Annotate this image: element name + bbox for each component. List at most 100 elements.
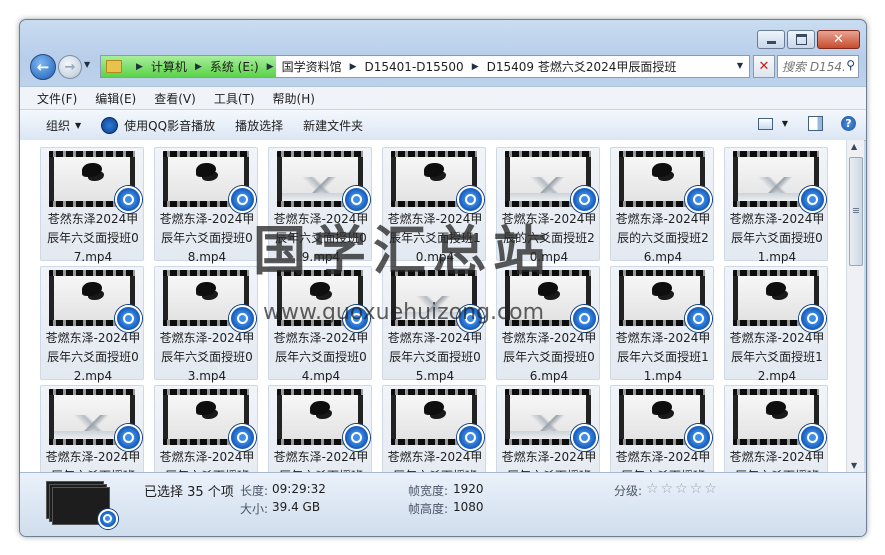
star-icon[interactable]: ☆ — [646, 482, 659, 496]
breadcrumb-separator-icon[interactable]: ▶ — [350, 62, 357, 72]
file-tile[interactable]: 苍燃东泽-2024甲辰年六爻面授班 — [724, 385, 828, 472]
file-tile[interactable]: 苍燃东泽-2024甲辰年六爻面授班10.mp4 — [382, 147, 486, 264]
vertical-scrollbar[interactable]: ▲ ▼ — [846, 140, 864, 472]
qq-player-icon — [101, 116, 119, 134]
breadcrumb-separator-icon[interactable]: ▶ — [472, 62, 479, 72]
maximize-icon — [795, 34, 807, 45]
maximize-button[interactable] — [787, 30, 815, 49]
file-tile[interactable]: 苍燃东泽-2024甲辰年六爻面授班 — [496, 385, 600, 472]
history-dropdown-icon[interactable]: ▼ — [84, 60, 90, 69]
scrollbar-thumb[interactable] — [849, 157, 863, 266]
frame-height-label: 帧高度: — [407, 502, 448, 516]
breadcrumb-separator-icon[interactable]: ▶ — [267, 62, 274, 72]
qq-player-badge-icon — [229, 305, 256, 332]
star-icon[interactable]: ☆ — [690, 482, 703, 496]
file-tile[interactable]: 苍燃东泽-2024甲辰年六爻面授班06.mp4 — [496, 266, 600, 383]
help-icon[interactable]: ? — [841, 116, 856, 131]
new-folder-button[interactable]: 新建文件夹 — [293, 117, 373, 134]
file-view[interactable]: 苍然东泽2024甲辰年六爻面授班07.mp4 苍燃东泽-2024甲辰年六爻面授班0… — [20, 140, 846, 472]
qq-player-badge-icon — [98, 509, 118, 529]
file-tile[interactable]: 苍燃东泽-2024甲辰年六爻面授班12.mp4 — [724, 266, 828, 383]
scroll-up-icon[interactable]: ▲ — [851, 142, 857, 151]
star-icon[interactable]: ☆ — [661, 482, 674, 496]
size-label: 大小: — [239, 502, 268, 516]
minimize-button[interactable] — [757, 30, 785, 49]
new-folder-label: 新建文件夹 — [303, 118, 364, 133]
file-tile[interactable]: 苍燃东泽-2024甲辰年六爻面授班04.mp4 — [268, 266, 372, 383]
star-icon[interactable]: ☆ — [675, 482, 688, 496]
star-icon[interactable]: ☆ — [704, 482, 717, 496]
play-with-qq-button[interactable]: 使用QQ影音播放 — [91, 116, 225, 134]
back-button[interactable]: ← — [30, 54, 56, 80]
file-name: 苍燃东泽-2024甲辰年六爻面授班 — [501, 450, 597, 472]
search-box[interactable]: ⚲ — [777, 55, 859, 78]
file-name: 苍燃东泽-2024甲辰年六爻面授班 — [45, 450, 141, 472]
rating-stars[interactable]: ☆ ☆ ☆ ☆ ☆ — [646, 482, 719, 496]
menu-help[interactable]: 帮助(H) — [264, 90, 324, 107]
qq-player-badge-icon — [799, 305, 826, 332]
qq-player-badge-icon — [115, 424, 142, 451]
thumbnail-scene — [82, 282, 102, 296]
file-grid: 苍然东泽2024甲辰年六爻面授班07.mp4 苍燃东泽-2024甲辰年六爻面授班0… — [40, 147, 828, 472]
forward-button[interactable]: → — [58, 55, 82, 79]
search-input[interactable] — [778, 58, 846, 75]
file-tile[interactable]: 苍燃东泽-2024甲辰年六爻面授班11.mp4 — [610, 266, 714, 383]
file-tile[interactable]: 苍燃东泽-2024甲辰年六爻面授班 — [268, 385, 372, 472]
menu-tools[interactable]: 工具(T) — [205, 90, 264, 107]
search-icon[interactable]: ⚲ — [846, 58, 855, 72]
file-name: 苍燃东泽-2024甲辰年六爻面授班 — [615, 450, 711, 472]
scroll-down-icon[interactable]: ▼ — [851, 461, 857, 470]
file-tile[interactable]: 苍燃东泽-2024甲辰年六爻面授班 — [382, 385, 486, 472]
thumbnail-scene — [54, 415, 130, 439]
thumbnail-scene — [766, 401, 786, 415]
rating-label: 分级: — [613, 484, 642, 498]
organize-button[interactable]: 组织 ▼ — [20, 117, 91, 134]
menu-edit[interactable]: 编辑(E) — [86, 90, 145, 107]
address-dropdown-icon[interactable]: ▼ — [737, 61, 743, 70]
play-selection-button[interactable]: 播放选择 — [225, 117, 293, 134]
file-tile[interactable]: 苍燃东泽-2024甲辰年六爻面授班03.mp4 — [154, 266, 258, 383]
stop-button[interactable]: ✕ — [753, 55, 775, 78]
file-name: 苍燃东泽-2024甲辰年六爻面授班05.mp4 — [387, 331, 483, 383]
thumbnail-scene — [652, 282, 672, 296]
file-name: 苍燃东泽-2024甲辰年六爻面授班 — [387, 450, 483, 472]
qq-player-badge-icon — [115, 305, 142, 332]
thumbnail-scene — [766, 282, 786, 296]
file-name: 苍燃东泽-2024甲辰的六爻面授班26.mp4 — [615, 212, 711, 264]
thumbnail-scene — [738, 177, 814, 201]
file-tile[interactable]: 苍燃东泽-2024甲辰年六爻面授班02.mp4 — [40, 266, 144, 383]
breadcrumb-library[interactable]: 国学资料馆 — [282, 58, 342, 75]
close-button[interactable]: ✕ — [817, 30, 860, 49]
file-tile[interactable]: 苍燃东泽-2024甲辰年六爻面授班08.mp4 — [154, 147, 258, 264]
preview-pane-icon[interactable] — [808, 116, 823, 131]
breadcrumb-computer[interactable]: 计算机 — [151, 58, 187, 75]
thumbnail-scene — [424, 401, 444, 415]
file-tile[interactable]: 苍然东泽2024甲辰年六爻面授班07.mp4 — [40, 147, 144, 264]
qq-player-badge-icon — [343, 424, 370, 451]
menu-view[interactable]: 查看(V) — [145, 90, 205, 107]
file-tile[interactable]: 苍燃东泽-2024甲辰年六爻面授班09.mp4 — [268, 147, 372, 264]
file-tile[interactable]: 苍燃东泽-2024甲辰年六爻面授班 — [610, 385, 714, 472]
file-tile[interactable]: 苍燃东泽-2024甲辰年六爻面授班05.mp4 — [382, 266, 486, 383]
breadcrumb-range-folder[interactable]: D15401-D15500 — [365, 60, 464, 74]
grip-icon — [853, 208, 859, 209]
file-name: 苍燃东泽-2024甲辰年六爻面授班08.mp4 — [159, 212, 255, 264]
file-name: 苍然东泽2024甲辰年六爻面授班07.mp4 — [47, 212, 139, 264]
view-dropdown-icon[interactable]: ▼ — [782, 119, 788, 128]
address-bar[interactable]: ▶ 计算机 ▶ 系统 (E:) ▶ 国学资料馆 ▶ D15401-D15500 … — [100, 55, 750, 78]
qq-player-badge-icon — [571, 305, 598, 332]
breadcrumb-current-folder[interactable]: D15409 苍燃六爻2024甲辰面授班 — [487, 58, 677, 75]
caption-buttons: ✕ — [755, 30, 860, 49]
file-tile[interactable]: 苍燃东泽-2024甲辰年六爻面授班 — [154, 385, 258, 472]
file-tile[interactable]: 苍燃东泽-2024甲辰年六爻面授班 — [40, 385, 144, 472]
file-tile[interactable]: 苍燃东泽-2024甲辰的六爻面授班20.mp4 — [496, 147, 600, 264]
change-view-icon[interactable] — [757, 117, 773, 130]
breadcrumb-drive[interactable]: 系统 (E:) — [210, 58, 259, 75]
file-name: 苍燃东泽-2024甲辰年六爻面授班11.mp4 — [615, 331, 711, 383]
thumbnail-scene — [510, 415, 586, 439]
file-tile[interactable]: 苍燃东泽-2024甲辰年六爻面授班01.mp4 — [724, 147, 828, 264]
close-icon: ✕ — [833, 32, 844, 47]
menu-file[interactable]: 文件(F) — [20, 90, 86, 107]
breadcrumb-separator-icon[interactable]: ▶ — [195, 62, 202, 72]
file-tile[interactable]: 苍燃东泽-2024甲辰的六爻面授班26.mp4 — [610, 147, 714, 264]
